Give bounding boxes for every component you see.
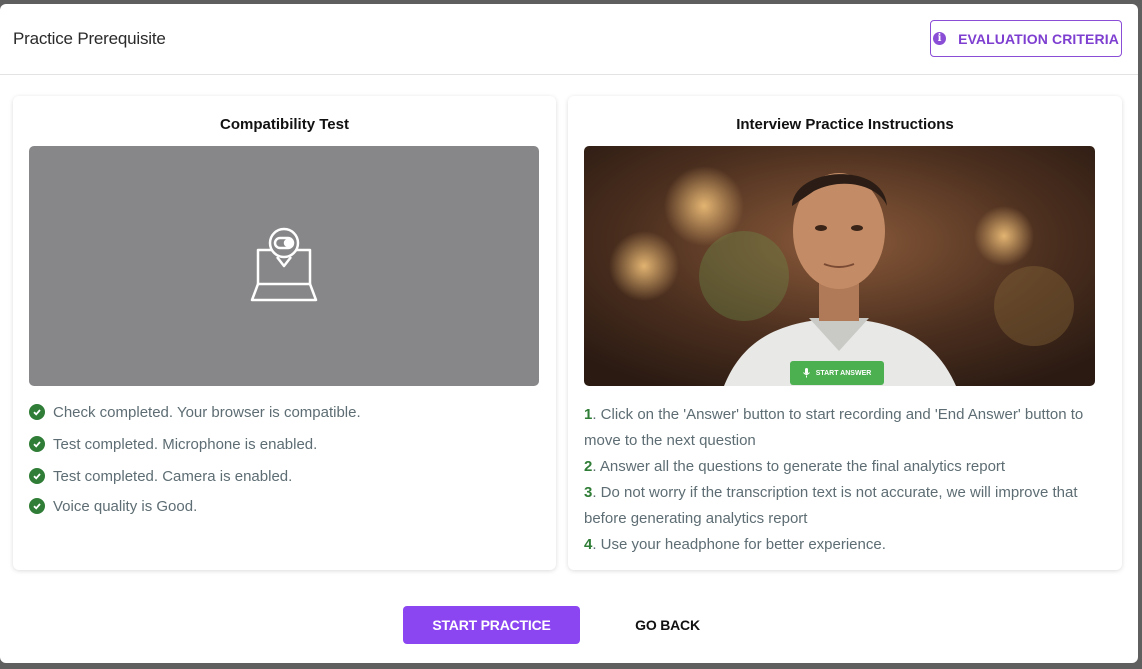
practice-prerequisite-dialog: Practice Prerequisite i EVALUATION CRITE… [0,4,1138,663]
check-item-camera: Test completed. Camera is enabled. [29,466,361,486]
instructions-card: Interview Practice Instructions START AN… [568,96,1122,570]
check-circle-icon [29,468,45,484]
check-item-voice: Voice quality is Good. [29,496,361,516]
check-circle-icon [29,498,45,514]
check-item-microphone: Test completed. Microphone is enabled. [29,434,361,454]
compatibility-check-list: Check completed. Your browser is compati… [29,402,361,516]
instruction-item: 1. Click on the 'Answer' button to start… [584,406,1084,449]
check-text: Check completed. Your browser is compati… [53,403,361,421]
interviewer-preview-image [584,146,1095,386]
check-text: Voice quality is Good. [53,497,198,515]
instruction-item: 4. Use your headphone for better experie… [584,536,886,553]
compatibility-test-card: Compatibility Test Check completed. Your… [13,96,556,570]
start-answer-preview-button: START ANSWER [790,361,884,385]
instruction-item: 2. Answer all the questions to generate … [584,458,1006,475]
webcam-laptop-icon [250,227,318,302]
start-practice-button[interactable]: START PRACTICE [403,606,580,644]
instruction-item: 3. Do not worry if the transcription tex… [584,484,1078,527]
start-answer-label: START ANSWER [815,369,872,377]
microphone-icon [802,368,810,378]
dialog-header: Practice Prerequisite i EVALUATION CRITE… [0,4,1138,75]
evaluation-criteria-button[interactable]: i EVALUATION CRITERIA [930,20,1122,57]
evaluation-criteria-label: EVALUATION CRITERIA [958,30,1119,47]
check-text: Test completed. Microphone is enabled. [53,435,318,453]
check-item-browser: Check completed. Your browser is compati… [29,402,361,422]
page-title: Practice Prerequisite [13,29,166,48]
check-text: Test completed. Camera is enabled. [53,467,293,485]
info-icon: i [933,32,947,45]
camera-preview [29,146,539,386]
compatibility-test-title: Compatibility Test [220,116,349,133]
check-circle-icon [29,404,45,420]
check-circle-icon [29,436,45,452]
go-back-button[interactable]: GO BACK [610,606,725,644]
instructions-list: 1. Click on the 'Answer' button to start… [584,402,1084,558]
instructions-title: Interview Practice Instructions [736,116,954,133]
